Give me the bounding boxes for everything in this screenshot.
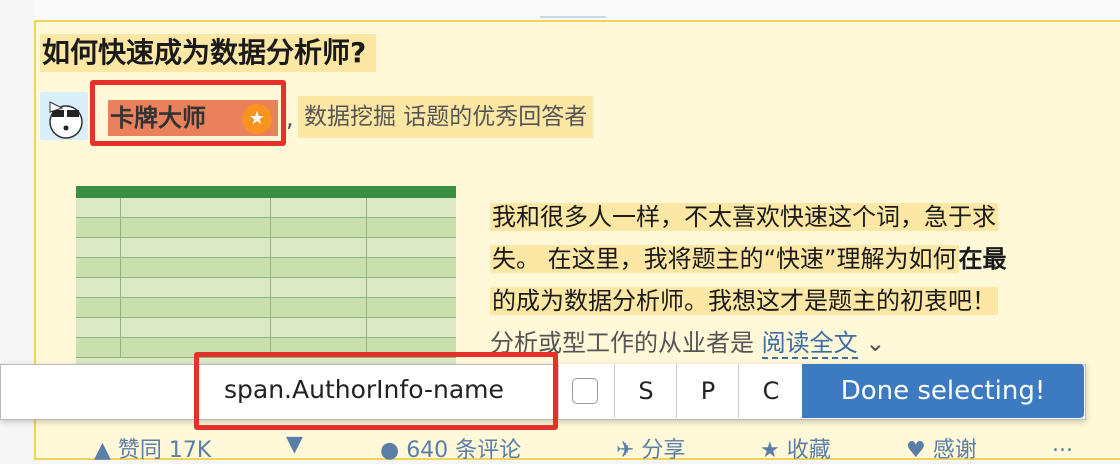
answer-thumbnail[interactable] bbox=[76, 186, 456, 366]
thumbnail-row bbox=[76, 218, 456, 238]
answer-actions: ▲ 赞同 17K ▼ ● 640 条评论 ✈ 分享 ★ 收藏 ♥ 感谢 ... bbox=[80, 432, 1120, 464]
selector-highlight-box bbox=[194, 352, 558, 430]
author-info: 卡牌大师 ★ , 数据挖掘 话题的优秀回答者 bbox=[40, 80, 1086, 146]
thumbnail-header bbox=[76, 186, 456, 198]
more-button[interactable]: ... bbox=[1052, 432, 1073, 457]
thumbnail-row bbox=[76, 298, 456, 318]
avatar[interactable] bbox=[40, 92, 88, 140]
author-headline: 数据挖掘 话题的优秀回答者 bbox=[298, 96, 594, 138]
thumbnail-row bbox=[76, 198, 456, 218]
comments-button[interactable]: ● 640 条评论 bbox=[380, 432, 521, 464]
segment-s-button[interactable]: S bbox=[614, 364, 677, 418]
checkbox-icon[interactable] bbox=[572, 378, 598, 404]
segment-c-button[interactable]: C bbox=[738, 364, 803, 418]
thumbnail-row bbox=[76, 238, 456, 258]
upvote-button[interactable]: ▲ 赞同 17K bbox=[94, 432, 211, 464]
excerpt-line: 我和很多人一样，不太喜欢快速这个词，急于求 bbox=[490, 203, 998, 231]
selection-highlight-box bbox=[90, 80, 286, 146]
author-separator: , bbox=[286, 104, 294, 132]
read-all-link[interactable]: 阅读全文 bbox=[761, 329, 858, 359]
downvote-button[interactable]: ▼ bbox=[286, 432, 303, 457]
share-button[interactable]: ✈ 分享 bbox=[616, 432, 685, 464]
excerpt-line: 失。 在这里，我将题主的“快速”理解为如何在最 bbox=[490, 245, 1007, 273]
done-selecting-button[interactable]: Done selecting! bbox=[802, 364, 1084, 418]
thumbnail-row bbox=[76, 258, 456, 278]
favorite-button[interactable]: ★ 收藏 bbox=[760, 432, 831, 464]
thumbnail-row bbox=[76, 318, 456, 338]
excerpt-line: 分析或型工作的从业者是 阅读全文 ⌄ bbox=[490, 329, 886, 359]
chevron-down-icon[interactable]: ⌄ bbox=[865, 329, 885, 357]
thumbnail-row bbox=[76, 278, 456, 298]
top-navigation-strip bbox=[34, 0, 1120, 20]
excerpt-bold-text: 在最 bbox=[958, 245, 1007, 273]
question-title[interactable]: 如何快速成为数据分析师? bbox=[40, 34, 377, 72]
excerpt-line: 的成为数据分析师。我想这才是题主的初衷吧！ bbox=[490, 287, 998, 315]
thanks-button[interactable]: ♥ 感谢 bbox=[906, 432, 977, 464]
active-tab-indicator bbox=[540, 16, 606, 18]
segment-p-button[interactable]: P bbox=[676, 364, 739, 418]
answer-excerpt[interactable]: 我和很多人一样，不太喜欢快速这个词，急于求 失。 在这里，我将题主的“快速”理解… bbox=[490, 196, 1120, 364]
